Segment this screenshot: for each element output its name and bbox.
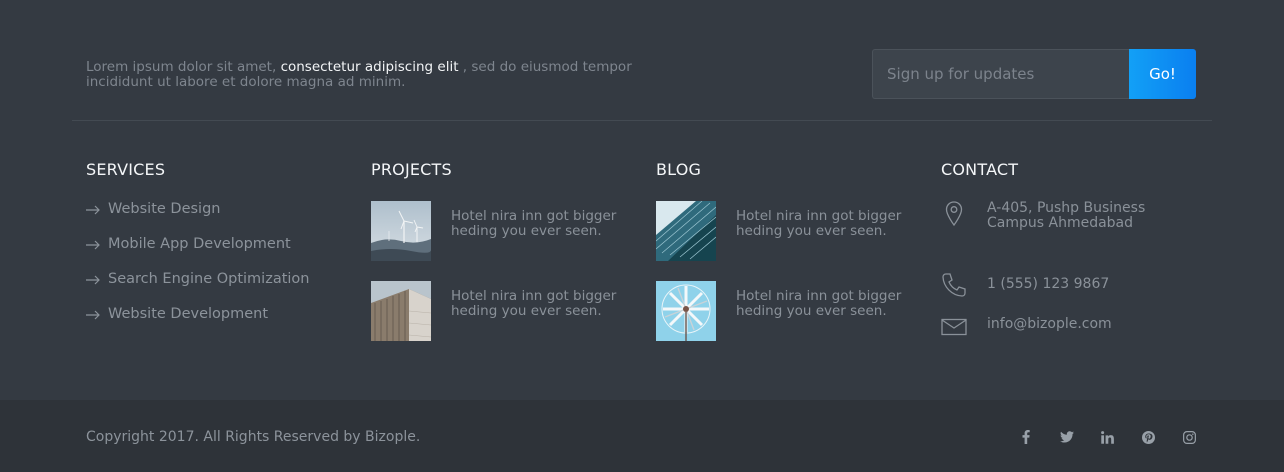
twitter-icon[interactable]: [1046, 429, 1087, 445]
blog-heading: BLOG: [656, 160, 702, 179]
service-item-label[interactable]: Mobile App Development: [108, 232, 291, 257]
services-heading: SERVICES: [86, 160, 166, 179]
blog-column: BLOG Hotel nira inn got bigger heding yo…: [656, 160, 926, 361]
project-post[interactable]: Hotel nira inn got bigger heding you eve…: [371, 201, 641, 281]
pinterest-icon[interactable]: [1128, 429, 1169, 445]
contact-address: A-405, Pushp Business Campus Ahmedabad: [941, 201, 1187, 231]
arrow-right-icon: [86, 302, 102, 327]
social-links: [1005, 429, 1210, 445]
projects-heading: PROJECTS: [371, 160, 452, 179]
contact-heading: CONTACT: [941, 160, 1019, 179]
blog-post[interactable]: Hotel nira inn got bigger heding you eve…: [656, 201, 926, 281]
signup-email-input[interactable]: [872, 49, 1129, 99]
footer-bottom-bar: Copyright 2017. All Rights Reserved by B…: [0, 400, 1284, 472]
phone-icon: [941, 272, 967, 298]
project-post-title[interactable]: Hotel nira inn got bigger heding you eve…: [451, 201, 629, 281]
contact-address-text: A-405, Pushp Business Campus Ahmedabad: [987, 200, 1146, 231]
signup-form: Go!: [872, 49, 1196, 99]
contact-phone: 1 (555) 123 9867: [941, 272, 1187, 298]
arrow-right-icon: [86, 232, 102, 257]
project-post-title[interactable]: Hotel nira inn got bigger heding you eve…: [451, 281, 629, 361]
skyscraper-photo[interactable]: [656, 201, 716, 261]
contact-column: CONTACT A-405, Pushp Business Campus Ahm…: [941, 160, 1221, 336]
copyright-text: Copyright 2017. All Rights Reserved by B…: [86, 429, 421, 445]
contact-email-text[interactable]: info@bizople.com: [987, 317, 1187, 336]
service-item-label[interactable]: Website Design: [108, 197, 220, 222]
section-divider: [72, 120, 1212, 121]
blog-post[interactable]: Hotel nira inn got bigger heding you eve…: [656, 281, 926, 361]
blog-post-title[interactable]: Hotel nira inn got bigger heding you eve…: [736, 281, 914, 361]
intro-text-start: Lorem ipsum dolor sit amet,: [86, 59, 281, 75]
arrow-right-icon: [86, 267, 102, 292]
projects-column: PROJECTS Hotel nira inn got bigger hedin…: [371, 160, 641, 361]
windmill-photo[interactable]: [656, 281, 716, 341]
services-list: Website Design Mobile App Development Se…: [86, 197, 356, 337]
wooden-building-photo[interactable]: [371, 281, 431, 341]
contact-phone-text[interactable]: 1 (555) 123 9867: [987, 272, 1187, 298]
services-column: SERVICES Website Design Mobile App Devel…: [86, 160, 356, 337]
arrow-right-icon: [86, 197, 102, 222]
service-item[interactable]: Search Engine Optimization: [86, 267, 356, 302]
project-post[interactable]: Hotel nira inn got bigger heding you eve…: [371, 281, 641, 361]
service-item[interactable]: Mobile App Development: [86, 232, 356, 267]
contact-email: info@bizople.com: [941, 317, 1187, 336]
mail-icon: [941, 318, 967, 336]
blog-post-title[interactable]: Hotel nira inn got bigger heding you eve…: [736, 201, 914, 281]
facebook-icon[interactable]: [1005, 429, 1046, 445]
intro-highlight: consectetur adipiscing elit: [280, 59, 459, 75]
instagram-icon[interactable]: [1169, 429, 1210, 445]
signup-go-button[interactable]: Go!: [1129, 49, 1196, 99]
service-item-label[interactable]: Search Engine Optimization: [108, 267, 310, 292]
wind-turbines-photo[interactable]: [371, 201, 431, 261]
linkedin-icon[interactable]: [1087, 429, 1128, 445]
footer-main: Lorem ipsum dolor sit amet, consectetur …: [0, 0, 1284, 400]
service-item[interactable]: Website Design: [86, 197, 356, 232]
intro-text: Lorem ipsum dolor sit amet, consectetur …: [86, 60, 646, 90]
service-item[interactable]: Website Development: [86, 302, 356, 337]
service-item-label[interactable]: Website Development: [108, 302, 268, 327]
location-pin-icon: [941, 201, 967, 231]
